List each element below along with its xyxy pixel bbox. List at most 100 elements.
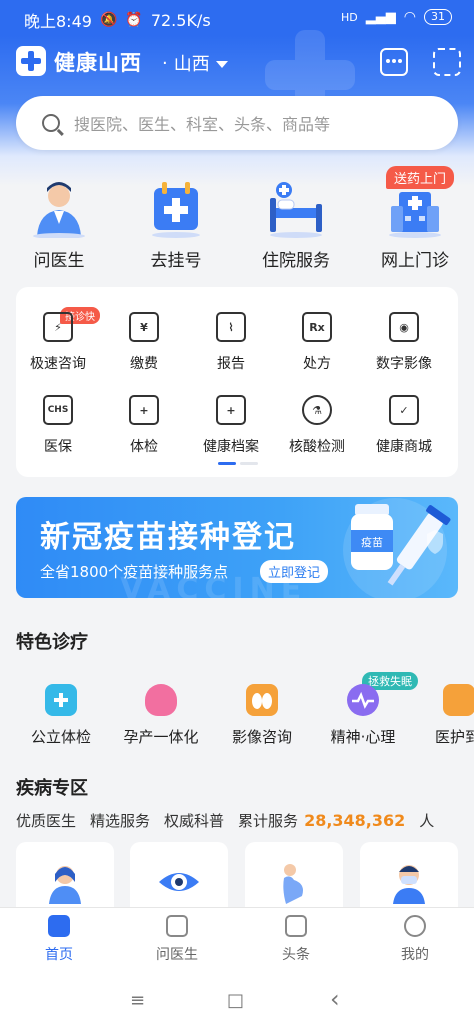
grid-item-fast-consult[interactable]: ⚡ 极速咨询 xyxy=(14,312,102,373)
user-icon xyxy=(404,915,426,937)
menu-icon[interactable]: ≡ xyxy=(130,990,145,1011)
pregnant-woman-icon xyxy=(272,860,316,904)
served-unit: 人 xyxy=(419,812,435,830)
lightning-chat-icon: ⚡ xyxy=(43,312,73,342)
doctor-icon xyxy=(27,178,91,239)
tab-label: 我的 xyxy=(401,947,429,963)
grid-item-insurance[interactable]: CHS 医保 xyxy=(14,395,102,456)
female-doctor-icon xyxy=(43,860,87,904)
region-separator: · xyxy=(162,52,168,74)
app-name: 健康山西 xyxy=(54,51,142,75)
grid-item-label: 处方 xyxy=(303,356,331,372)
mute-icon: 🔕 xyxy=(99,12,118,28)
grid-item-payment[interactable]: ¥ 缴费 xyxy=(100,312,188,373)
grid-item-label: 健康档案 xyxy=(203,439,259,455)
register-now-button[interactable]: 立即登记 xyxy=(260,560,329,583)
heart-pulse-icon xyxy=(347,684,379,716)
featured-item-label: 精神·心理 xyxy=(330,728,396,746)
plus-chat-icon xyxy=(166,915,188,937)
stat-doctors: 优质医生 xyxy=(16,812,77,830)
hospital-bed-icon xyxy=(264,178,328,238)
service-label: 问医生 xyxy=(33,251,85,271)
test-tube-icon: ⚗ xyxy=(302,395,332,425)
service-online-clinic[interactable]: 网上门诊 xyxy=(360,178,470,271)
grid-item-health-mall[interactable]: ✓ 健康商城 xyxy=(360,395,448,456)
service-ask-doctor[interactable]: 问医生 xyxy=(4,178,114,271)
grid-item-health-record[interactable]: + 健康档案 xyxy=(187,395,275,456)
indicator-active xyxy=(218,462,236,465)
featured-item-maternity[interactable]: 孕产一体化 xyxy=(111,684,211,747)
message-icon[interactable] xyxy=(380,48,408,76)
scan-icon[interactable] xyxy=(433,48,461,76)
grid-item-label: 体检 xyxy=(130,439,158,455)
news-icon xyxy=(285,915,307,937)
featured-item-mental[interactable]: 精神·心理 xyxy=(313,684,413,747)
medical-kit-icon xyxy=(45,684,77,716)
featured-item-nurse[interactable]: 医护到 xyxy=(413,684,474,747)
alarm-icon: ⏰ xyxy=(125,12,143,28)
masked-man-icon xyxy=(387,860,431,904)
network-speed: 72.5K/s xyxy=(150,10,211,30)
home-button-icon[interactable]: □ xyxy=(227,990,244,1011)
featured-title: 特色诊疗 xyxy=(16,632,88,653)
tab-headlines[interactable]: 头条 xyxy=(237,913,355,964)
grid-item-nucleic-test[interactable]: ⚗ 核酸检测 xyxy=(273,395,361,456)
service-label: 网上门诊 xyxy=(381,251,449,271)
insurance-icon: CHS xyxy=(43,395,73,425)
grid-item-checkup[interactable]: + 体检 xyxy=(100,395,188,456)
battery-indicator: 31 xyxy=(424,9,452,25)
stat-science: 权威科普 xyxy=(164,812,225,830)
grid-item-label: 医保 xyxy=(44,439,72,455)
digital-image-icon: ◉ xyxy=(389,312,419,342)
service-register[interactable]: 去挂号 xyxy=(121,178,231,271)
register-icon xyxy=(144,178,208,238)
tab-home[interactable]: 首页 xyxy=(0,913,118,964)
report-icon: ⌇ xyxy=(216,312,246,342)
tab-profile[interactable]: 我的 xyxy=(356,913,474,964)
region-selector[interactable]: · 山西 xyxy=(162,50,228,76)
grid-item-prescription[interactable]: Rx 处方 xyxy=(273,312,361,373)
search-icon xyxy=(42,114,60,132)
checkup-icon: + xyxy=(129,395,159,425)
lungs-icon xyxy=(246,684,278,716)
disease-zone-title: 疾病专区 xyxy=(16,778,88,799)
signal-icon: ▂▄▆ xyxy=(365,9,396,25)
tab-ask-doctor[interactable]: 问医生 xyxy=(118,913,236,964)
served-count: 28,348,362 xyxy=(304,811,406,830)
hd-label: HD xyxy=(341,10,358,24)
search-bar[interactable]: 搜医院、医生、科室、头条、商品等 xyxy=(16,96,458,150)
tab-label: 头条 xyxy=(282,947,310,963)
status-bar: 晚上8:49 🔕 ⏰ 72.5K/s HD ▂▄▆ ◠ 31 xyxy=(0,0,474,36)
back-icon[interactable]: ‹ xyxy=(330,985,340,1013)
indicator-inactive xyxy=(240,462,258,465)
stat-services: 精选服务 xyxy=(90,812,151,830)
grid-item-digital-image[interactable]: ◉ 数字影像 xyxy=(360,312,448,373)
app-logo-icon xyxy=(16,46,46,76)
page-indicator xyxy=(218,462,258,465)
featured-item-label: 公立体检 xyxy=(30,728,91,746)
featured-item-label: 影像咨询 xyxy=(231,728,292,746)
building-icon xyxy=(383,178,447,238)
home-icon xyxy=(48,915,70,937)
featured-item-imaging[interactable]: 影像咨询 xyxy=(212,684,312,747)
payment-icon: ¥ xyxy=(129,312,159,342)
service-label: 住院服务 xyxy=(262,251,330,271)
pregnancy-icon xyxy=(145,684,177,716)
featured-item-checkup[interactable]: 公立体检 xyxy=(11,684,111,747)
region-label: 山西 xyxy=(173,54,210,75)
health-record-icon: + xyxy=(216,395,246,425)
shopping-bag-icon: ✓ xyxy=(389,395,419,425)
featured-item-label: 孕产一体化 xyxy=(123,728,199,746)
chevron-down-icon xyxy=(215,60,228,68)
status-time: 晚上8:49 xyxy=(24,12,92,31)
served-label: 累计服务 xyxy=(238,812,299,830)
grid-item-report[interactable]: ⌇ 报告 xyxy=(187,312,275,373)
disease-stats: 优质医生 精选服务 权威科普 累计服务 28,348,362 人 xyxy=(16,810,434,831)
grid-item-label: 缴费 xyxy=(130,356,158,372)
vial-label: 疫苗 xyxy=(361,535,383,549)
grid-item-label: 报告 xyxy=(217,356,245,372)
featured-item-label: 医护到 xyxy=(435,728,474,746)
banner-title: 新冠疫苗接种登记 xyxy=(40,520,296,555)
wifi-icon: ◠ xyxy=(403,9,416,25)
service-inpatient[interactable]: 住院服务 xyxy=(241,178,351,271)
